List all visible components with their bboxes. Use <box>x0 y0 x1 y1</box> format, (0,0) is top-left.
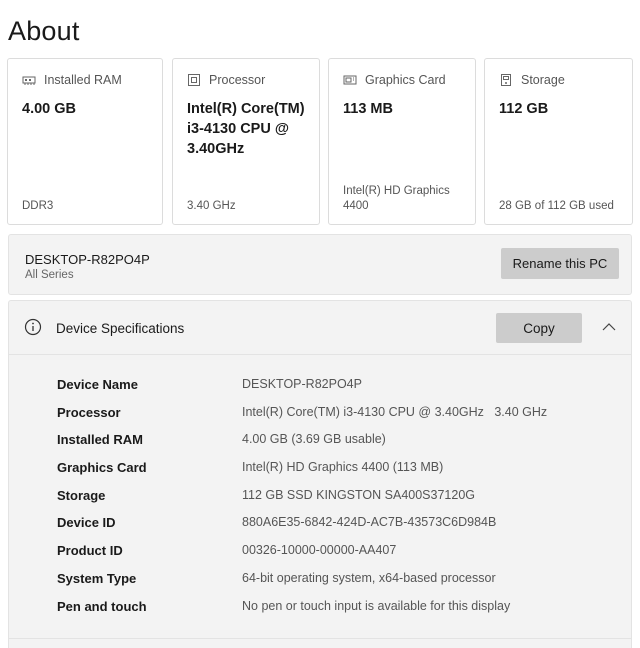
storage-icon <box>499 73 513 87</box>
card-label: Processor <box>209 73 266 87</box>
spec-key: Device Name <box>57 377 138 392</box>
card-graphics: Graphics Card 113 MB Intel(R) HD Graphic… <box>328 58 476 225</box>
card-sub: DDR3 <box>22 200 54 212</box>
card-value: Intel(R) Core(TM) i3-4130 CPU @ 3.40GHz <box>187 101 305 157</box>
spec-value: Intel(R) Core(TM) i3-4130 CPU @ 3.40GHz … <box>242 405 548 419</box>
card-storage: Storage 112 GB 28 GB of 112 GB used <box>484 58 633 225</box>
spec-key: Installed RAM <box>57 432 143 447</box>
spec-key: Processor <box>57 405 121 420</box>
graphics-card-icon <box>343 73 357 87</box>
spec-value: DESKTOP-R82PO4P <box>242 377 362 391</box>
divider <box>8 638 632 639</box>
ram-icon <box>22 73 36 87</box>
pc-series: All Series <box>25 269 74 281</box>
spec-key: Graphics Card <box>57 460 147 475</box>
card-sub: Intel(R) HD Graphics 4400 <box>343 185 450 212</box>
chevron-up-icon[interactable] <box>601 320 617 332</box>
copy-button[interactable]: Copy <box>496 313 582 343</box>
device-specifications-header[interactable]: Device Specifications Copy <box>9 301 631 355</box>
card-processor: Processor Intel(R) Core(TM) i3-4130 CPU … <box>172 58 320 225</box>
spec-key: Device ID <box>57 515 116 530</box>
processor-icon <box>187 73 201 87</box>
card-sub: 3.40 GHz <box>187 200 236 212</box>
spec-key: Pen and touch <box>57 599 147 614</box>
spec-value: 112 GB SSD KINGSTON SA400S37120G <box>242 488 475 502</box>
card-value: 112 GB <box>499 101 549 117</box>
card-value: 113 MB <box>343 101 393 117</box>
spec-value: No pen or touch input is available for t… <box>242 599 511 613</box>
summary-cards: Installed RAM 4.00 GB DDR3 Processor Int… <box>7 58 633 227</box>
spec-value: 64-bit operating system, x64-based proce… <box>242 571 496 585</box>
spec-key: Product ID <box>57 543 123 558</box>
pc-name: DESKTOP-R82PO4P <box>25 252 150 267</box>
spec-value: 4.00 GB (3.69 GB usable) <box>242 432 386 446</box>
device-specifications-panel: Device Specifications Copy Device Name D… <box>8 300 632 648</box>
spec-value: Intel(R) HD Graphics 4400 (113 MB) <box>242 460 444 474</box>
card-label: Storage <box>521 73 565 87</box>
card-sub: 28 GB of 112 GB used <box>499 200 614 212</box>
pc-name-panel: DESKTOP-R82PO4P All Series Rename this P… <box>8 234 632 295</box>
spec-value: 880A6E35-6842-424D-AC7B-43573C6D984B <box>242 515 497 529</box>
page-title: About <box>8 16 80 46</box>
spec-key: System Type <box>57 571 137 586</box>
spec-value: 00326-10000-00000-AA407 <box>242 543 397 557</box>
device-specifications-title: Device Specifications <box>56 321 185 336</box>
spec-key: Storage <box>57 488 106 503</box>
info-icon <box>24 318 42 336</box>
card-label: Installed RAM <box>44 73 122 87</box>
card-installed-ram: Installed RAM 4.00 GB DDR3 <box>7 58 163 225</box>
rename-pc-button[interactable]: Rename this PC <box>501 248 619 279</box>
card-value: 4.00 GB <box>22 101 76 117</box>
card-label: Graphics Card <box>365 73 446 87</box>
